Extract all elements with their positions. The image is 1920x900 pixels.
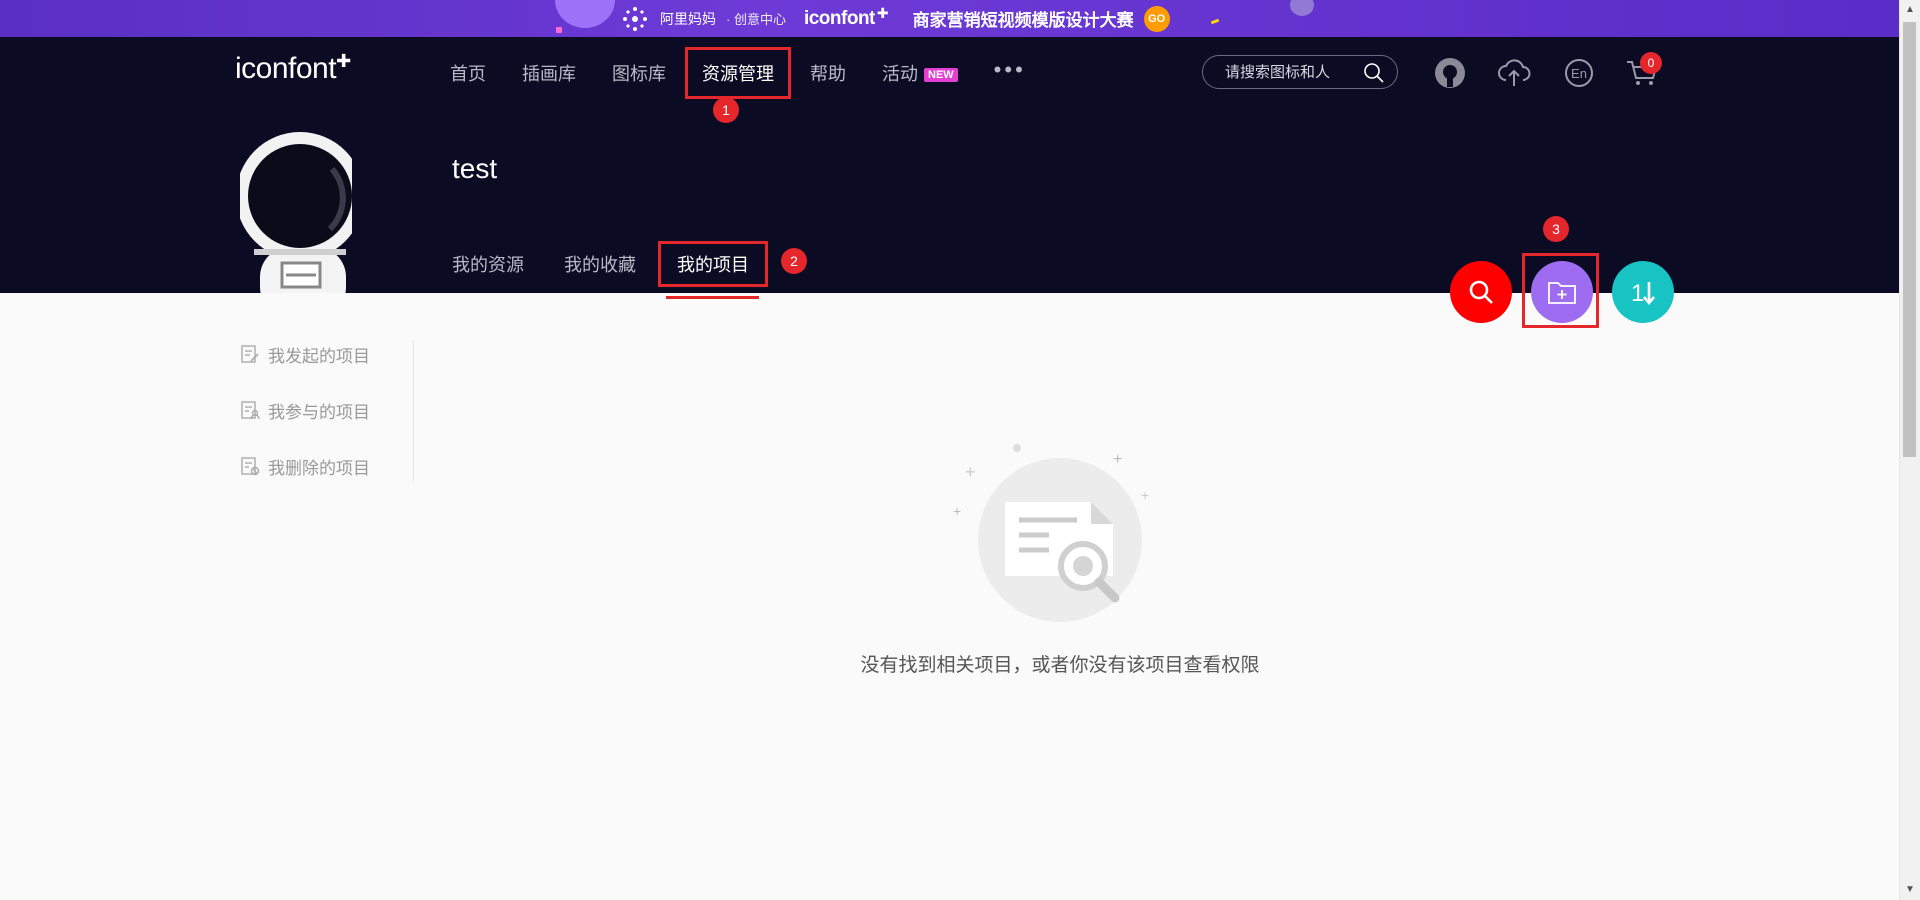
nav-icon-library[interactable]: 图标库 — [612, 60, 666, 86]
svg-text:+: + — [1113, 451, 1122, 468]
folder-add-icon — [1548, 282, 1576, 304]
sort-icon: 1 — [1631, 280, 1655, 307]
tab-my-resources[interactable]: 我的资源 — [452, 251, 524, 277]
banner-decoration — [555, 0, 615, 28]
new-badge: NEW — [924, 68, 958, 82]
banner-slogan: 商家营销短视频模版设计大赛 — [912, 11, 1134, 30]
svg-text:+: + — [965, 462, 976, 482]
document-user-icon — [241, 401, 260, 420]
banner-sub: · 创意中心 — [726, 12, 786, 27]
step-marker-1: 1 — [713, 97, 739, 123]
banner-decoration — [556, 27, 562, 33]
nav-help[interactable]: 帮助 — [810, 60, 846, 86]
new-project-button[interactable] — [1531, 261, 1593, 323]
nav-activities-label: 活动 — [882, 64, 918, 84]
upload-cloud-icon[interactable] — [1496, 55, 1532, 91]
sidebar-item-label: 我删除的项目 — [268, 458, 370, 478]
scroll-down-icon[interactable]: ▼ — [1904, 884, 1916, 896]
scroll-up-icon[interactable]: ▲ — [1904, 4, 1916, 16]
project-sidebar: 我发起的项目 我参与的项目 我删除的项目 — [240, 340, 414, 482]
search-input[interactable] — [1223, 62, 1367, 82]
alimama-logo-icon — [623, 6, 647, 31]
empty-state-illustration: + + + + — [953, 440, 1168, 640]
step-marker-3: 3 — [1543, 216, 1569, 242]
svg-text:1: 1 — [1631, 280, 1644, 307]
sidebar-item-deleted[interactable]: 我删除的项目 — [240, 452, 413, 480]
nav-home[interactable]: 首页 — [450, 60, 486, 86]
profile-tabs: 我的资源 我的收藏 我的项目 — [452, 241, 782, 299]
search-icon — [1469, 280, 1493, 304]
promo-banner[interactable]: 阿里妈妈 · 创意中心 iconfont ✚ 商家营销短视频模版设计大赛 GO — [0, 0, 1900, 37]
search-box[interactable] — [1202, 55, 1398, 89]
more-menu-icon[interactable]: ••• — [994, 57, 1026, 83]
step-marker-2: 2 — [781, 248, 807, 274]
banner-brand: iconfont — [803, 7, 875, 29]
nav-illustrations[interactable]: 插画库 — [522, 60, 576, 86]
search-project-button[interactable] — [1450, 261, 1512, 323]
main-nav: 首页 插画库 图标库 资源管理 帮助 活动 NEW ••• — [450, 47, 1026, 99]
tab-my-favorites[interactable]: 我的收藏 — [564, 251, 636, 277]
document-edit-icon — [241, 345, 259, 363]
banner-decoration — [1290, 0, 1314, 16]
banner-go-button[interactable]: GO — [1143, 5, 1170, 32]
sidebar-item-label: 我参与的项目 — [268, 402, 370, 422]
avatar[interactable] — [240, 129, 352, 293]
document-delete-icon — [241, 457, 260, 476]
banner-alimama: 阿里妈妈 — [660, 10, 716, 27]
cart-count-badge: 0 — [1640, 52, 1662, 74]
sidebar-item-initiated[interactable]: 我发起的项目 — [240, 340, 413, 368]
sidebar-item-label: 我发起的项目 — [268, 346, 370, 366]
svg-text:+: + — [1141, 487, 1149, 503]
nav-resource-management[interactable]: 资源管理 — [685, 47, 791, 99]
site-logo[interactable]: iconfont✚ — [235, 51, 351, 86]
page-scrollbar[interactable]: ▲ ▼ — [1899, 0, 1920, 900]
empty-state-message: 没有找到相关项目，或者你没有该项目查看权限 — [860, 655, 1260, 676]
svg-text:+: + — [953, 503, 961, 519]
search-icon[interactable] — [1363, 62, 1385, 84]
github-icon[interactable] — [1432, 55, 1468, 91]
sort-button[interactable]: 1 — [1612, 261, 1674, 323]
banner-decoration — [1210, 18, 1220, 25]
svg-text:En: En — [1571, 66, 1587, 81]
sidebar-item-participated[interactable]: 我参与的项目 — [240, 396, 413, 424]
site-header: iconfont✚ 首页 插画库 图标库 资源管理 帮助 活动 NEW ••• 1 — [0, 37, 1900, 299]
profile-username: test — [452, 153, 498, 184]
language-en-icon[interactable]: En — [1561, 55, 1597, 91]
scroll-thumb[interactable] — [1903, 22, 1916, 457]
plus-icon: ✚ — [876, 5, 889, 21]
tab-my-projects[interactable]: 我的项目 — [658, 241, 768, 299]
nav-activities[interactable]: 活动 NEW — [882, 60, 958, 86]
